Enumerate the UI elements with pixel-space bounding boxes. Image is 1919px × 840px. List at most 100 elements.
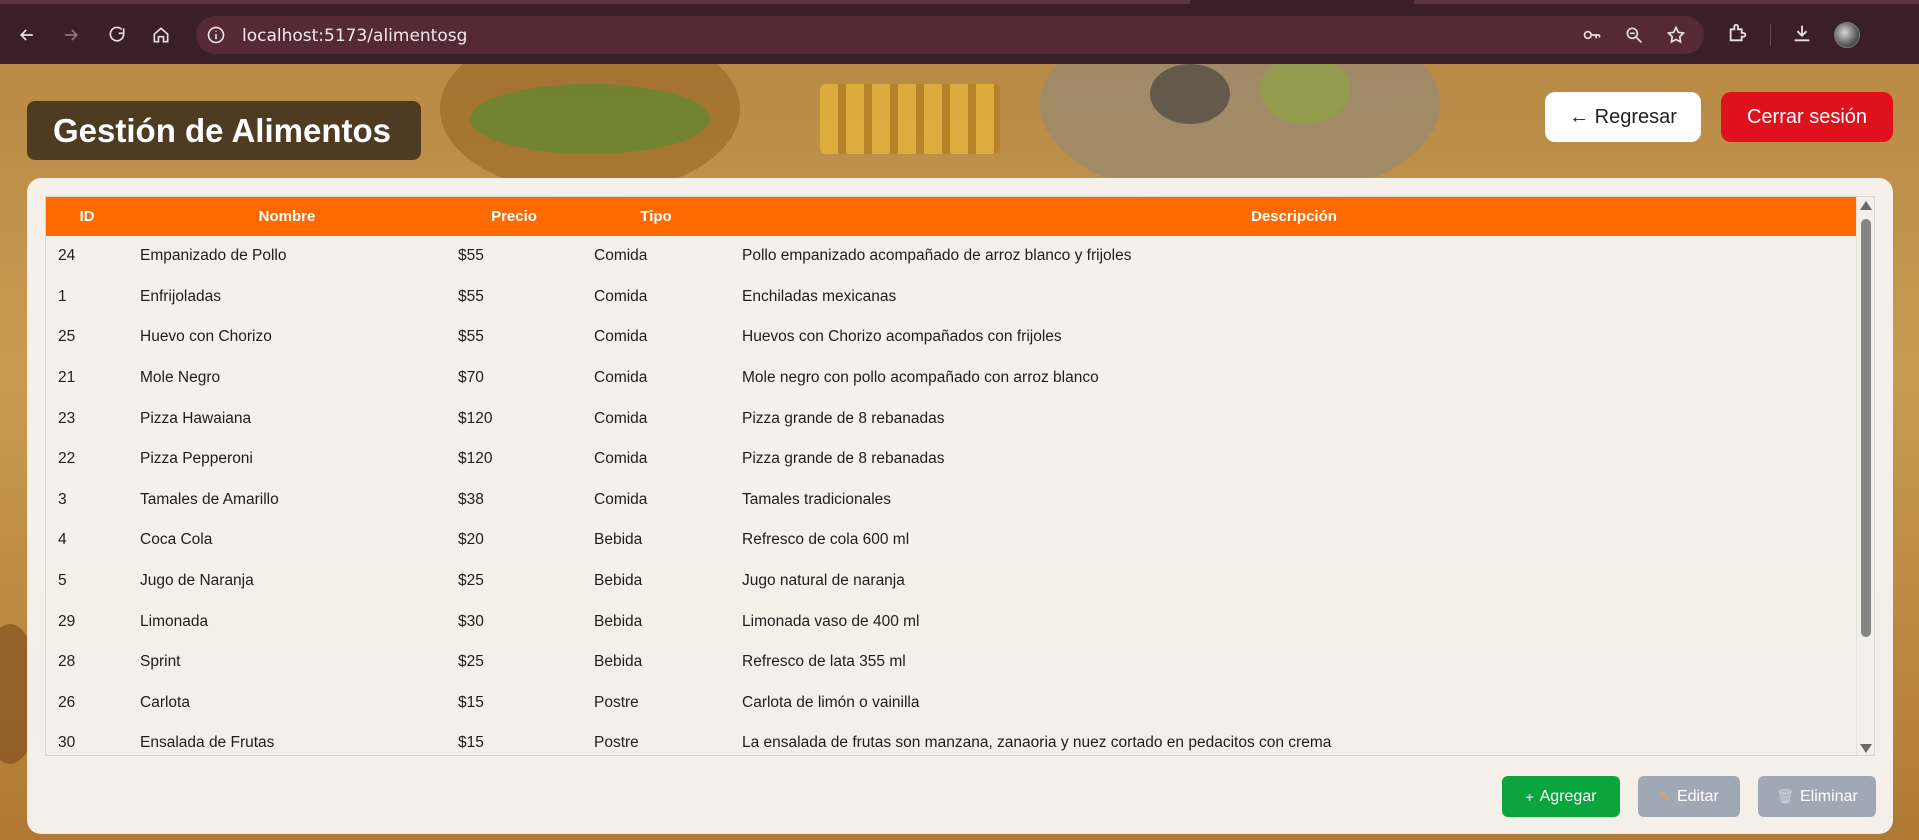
cell-nombre: Pizza Pepperoni: [140, 450, 253, 468]
cell-descripcion: Refresco de cola 600 ml: [742, 531, 910, 549]
cell-tipo: Postre: [594, 693, 639, 711]
column-header-descripcion[interactable]: Descripción: [730, 197, 1858, 236]
site-info-icon[interactable]: [206, 25, 226, 45]
bookmark-star-icon[interactable]: [1666, 25, 1686, 45]
cell-descripcion: Pizza grande de 8 rebanadas: [742, 450, 945, 468]
cell-tipo: Bebida: [594, 572, 643, 590]
cell-descripcion: Mole negro con pollo acompañado con arro…: [742, 369, 1099, 387]
column-header-id[interactable]: ID: [46, 197, 128, 236]
cell-id: 25: [58, 328, 76, 346]
cell-descripcion: Pizza grande de 8 rebanadas: [742, 409, 945, 427]
add-button[interactable]: + Agregar: [1502, 776, 1620, 817]
cell-nombre: Huevo con Chorizo: [140, 328, 272, 346]
cell-id: 3: [58, 490, 67, 508]
cell-nombre: Empanizado de Pollo: [140, 247, 287, 265]
profile-avatar[interactable]: [1834, 22, 1860, 48]
cell-id: 5: [58, 572, 67, 590]
table-row[interactable]: 23 Pizza Hawaiana $120 Comida Pizza grande d…: [46, 398, 1858, 439]
plus-icon: +: [1525, 788, 1534, 805]
cell-id: 1: [58, 287, 67, 305]
cell-id: 23: [58, 409, 76, 427]
cell-descripcion: Jugo natural de naranja: [742, 572, 905, 590]
scroll-down-arrow-icon[interactable]: [1860, 744, 1872, 753]
cell-descripcion: Carlota de limón o vainilla: [742, 693, 920, 711]
extensions-icon[interactable]: [1727, 22, 1749, 44]
cell-precio: $55: [458, 287, 484, 305]
cell-id: 30: [58, 734, 76, 752]
cell-id: 29: [58, 612, 76, 630]
cell-precio: $55: [458, 328, 484, 346]
scrollbar-thumb[interactable]: [1861, 219, 1871, 637]
foods-table: ID Nombre Precio Tipo Descripción 24 Empa…: [46, 197, 1858, 755]
table-scrollbar[interactable]: [1856, 197, 1874, 755]
cell-precio: $25: [458, 572, 484, 590]
table-row[interactable]: 26 Carlota $15 Postre Carlota de limón o vai…: [46, 683, 1858, 724]
fries-illustration: [820, 84, 1000, 154]
cell-tipo: Bebida: [594, 612, 643, 630]
cell-tipo: Comida: [594, 409, 648, 427]
table-row[interactable]: 24 Empanizado de Pollo $55 Comida Pollo empa…: [46, 236, 1858, 277]
cell-nombre: Limonada: [140, 612, 209, 630]
cell-tipo: Comida: [594, 490, 648, 508]
cell-nombre: Enfrijoladas: [140, 287, 221, 305]
cell-id: 24: [58, 247, 76, 265]
cell-nombre: Mole Negro: [140, 369, 221, 387]
table-row[interactable]: 5 Jugo de Naranja $25 Bebida Jugo natural de…: [46, 561, 1858, 602]
cell-precio: $30: [458, 612, 484, 630]
delete-button[interactable]: 🗑 Eliminar: [1758, 776, 1876, 817]
cell-id: 22: [58, 450, 76, 468]
browser-toolbar: localhost:5173/alimentosg: [0, 0, 1919, 64]
forward-icon[interactable]: [56, 20, 86, 50]
home-icon[interactable]: [146, 20, 176, 50]
table-row[interactable]: 3 Tamales de Amarillo $38 Comida Tamales tra…: [46, 480, 1858, 521]
cell-tipo: Comida: [594, 450, 648, 468]
back-icon[interactable]: [12, 20, 42, 50]
table-row[interactable]: 30 Ensalada de Frutas $15 Postre La ensalada…: [46, 723, 1858, 755]
url-text[interactable]: localhost:5173/alimentosg: [242, 26, 467, 46]
edit-button-label: Editar: [1676, 787, 1719, 805]
logout-button[interactable]: Cerrar sesión: [1721, 92, 1893, 142]
cell-descripcion: Enchiladas mexicanas: [742, 287, 897, 305]
table-header-row: ID Nombre Precio Tipo Descripción: [46, 197, 1858, 236]
cell-descripcion: Pollo empanizado acompañado de arroz bla…: [742, 247, 1132, 265]
cell-nombre: Carlota: [140, 693, 190, 711]
page-title-box: Gestión de Alimentos: [27, 101, 421, 160]
column-header-tipo[interactable]: Tipo: [582, 197, 730, 236]
scroll-up-arrow-icon[interactable]: [1860, 201, 1872, 210]
back-button[interactable]: ← Regresar: [1545, 92, 1701, 142]
cell-tipo: Postre: [594, 734, 639, 752]
cell-descripcion: Refresco de lata 355 ml: [742, 653, 906, 671]
table-row[interactable]: 28 Sprint $25 Bebida Refresco de lata 355 ml: [46, 642, 1858, 683]
table-row[interactable]: 21 Mole Negro $70 Comida Mole negro con poll…: [46, 358, 1858, 399]
reload-icon[interactable]: [102, 20, 132, 50]
cell-precio: $15: [458, 734, 484, 752]
cell-tipo: Comida: [594, 247, 648, 265]
cell-descripcion: Tamales tradicionales: [742, 490, 892, 508]
zoom-icon[interactable]: [1624, 25, 1644, 45]
table-row[interactable]: 25 Huevo con Chorizo $55 Comida Huevos con C…: [46, 317, 1858, 358]
cell-nombre: Ensalada de Frutas: [140, 734, 275, 752]
tab-strip-edge: [0, 0, 1190, 4]
foods-table-container[interactable]: ID Nombre Precio Tipo Descripción 24 Empa…: [45, 196, 1875, 756]
column-header-nombre[interactable]: Nombre: [128, 197, 446, 236]
cell-tipo: Comida: [594, 287, 648, 305]
edit-button[interactable]: ✎ Editar: [1638, 776, 1740, 817]
trash-icon: 🗑: [1776, 788, 1794, 804]
password-key-icon[interactable]: [1582, 25, 1602, 45]
cell-nombre: Sprint: [140, 653, 181, 671]
table-row[interactable]: 4 Coca Cola $20 Bebida Refresco de cola 600 …: [46, 520, 1858, 561]
table-row[interactable]: 1 Enfrijoladas $55 Comida Enchiladas mexican…: [46, 277, 1858, 318]
page-title: Gestión de Alimentos: [53, 111, 391, 149]
column-header-precio[interactable]: Precio: [446, 197, 582, 236]
cell-nombre: Coca Cola: [140, 531, 213, 549]
cell-precio: $20: [458, 531, 484, 549]
cell-descripcion: La ensalada de frutas son manzana, zanao…: [742, 734, 1332, 752]
cell-descripcion: Huevos con Chorizo acompañados con frijo…: [742, 328, 1062, 346]
table-row[interactable]: 22 Pizza Pepperoni $120 Comida Pizza grande …: [46, 439, 1858, 480]
cell-nombre: Tamales de Amarillo: [140, 490, 279, 508]
address-bar[interactable]: localhost:5173/alimentosg: [196, 16, 1704, 54]
cell-precio: $70: [458, 369, 484, 387]
table-row[interactable]: 29 Limonada $30 Bebida Limonada vaso de 400 …: [46, 601, 1858, 642]
toolbar-separator: [1770, 24, 1771, 46]
download-icon[interactable]: [1791, 22, 1813, 44]
